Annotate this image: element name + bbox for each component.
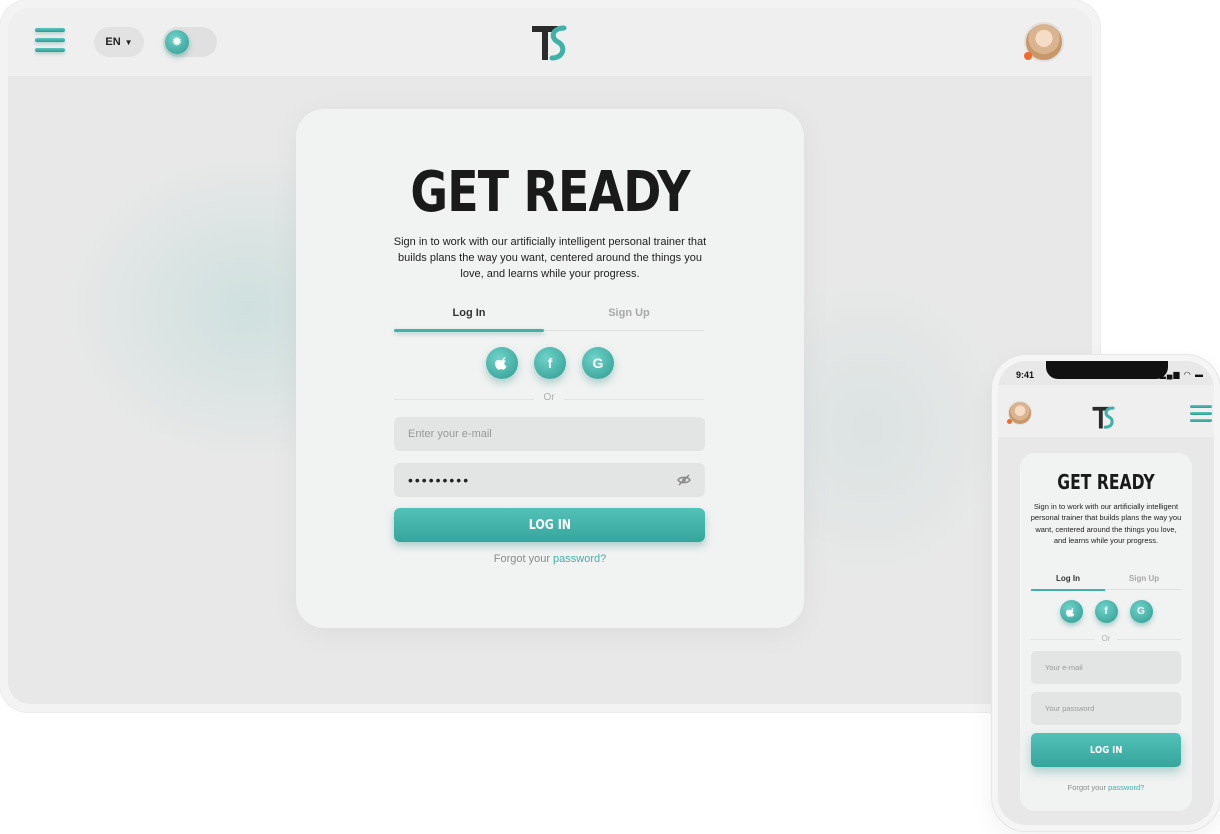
google-icon[interactable]: G: [582, 347, 614, 379]
page-title: GET READY: [410, 160, 690, 225]
tab-login[interactable]: Log In: [1031, 574, 1105, 583]
sun-icon: ✹: [165, 30, 189, 54]
email-field[interactable]: Enter your e-mail: [394, 417, 705, 451]
status-time: 9:41: [1016, 370, 1035, 380]
phone-notch: [1046, 361, 1168, 379]
or-divider: Or: [1031, 634, 1181, 643]
phone-top-bar: [998, 385, 1214, 437]
status-icons: ▂▄▆ ◠ ▬: [1160, 370, 1204, 379]
signal-icon: ▂▄▆: [1159, 370, 1181, 379]
theme-toggle[interactable]: ✹: [163, 27, 217, 57]
avatar[interactable]: [1024, 22, 1064, 62]
phone-device: 9:41 ▂▄▆ ◠ ▬ GET READY Sign in to work w…: [992, 355, 1220, 831]
google-icon[interactable]: G: [1129, 600, 1153, 623]
eye-off-icon[interactable]: [677, 473, 691, 487]
phone-screen: 9:41 ▂▄▆ ◠ ▬ GET READY Sign in to work w…: [998, 361, 1214, 825]
tab-signup[interactable]: Sign Up: [1107, 574, 1181, 583]
top-bar: EN ▼ ✹: [8, 8, 1092, 76]
avatar[interactable]: [1007, 401, 1032, 425]
battery-icon: ▬: [1195, 370, 1204, 379]
login-button[interactable]: LOG IN: [1031, 733, 1181, 767]
caret-down-icon: ▼: [124, 37, 133, 47]
apple-icon[interactable]: [1059, 600, 1083, 623]
tab-login[interactable]: Log In: [394, 307, 544, 319]
page-subtitle: Sign in to work with our artificially in…: [393, 236, 707, 280]
page-subtitle: Sign in to work with our artificially in…: [1030, 502, 1182, 545]
login-button[interactable]: LOG IN: [394, 508, 705, 542]
forgot-password-link[interactable]: password?: [553, 553, 606, 565]
wifi-icon: ◠: [1183, 370, 1192, 379]
ts-logo-icon: [1092, 406, 1115, 429]
language-label: EN: [105, 36, 121, 48]
facebook-icon[interactable]: f: [1094, 600, 1118, 623]
status-dot: [1007, 419, 1012, 424]
password-field[interactable]: •••••••••: [394, 463, 705, 497]
forgot-password: Forgot your password?: [1020, 783, 1192, 792]
language-selector[interactable]: EN ▼: [94, 27, 144, 57]
login-button-label: LOG IN: [1089, 744, 1123, 756]
forgot-password: Forgot your password?: [296, 553, 804, 565]
password-field[interactable]: Your password: [1031, 692, 1181, 725]
hamburger-menu-icon[interactable]: [35, 28, 65, 54]
login-card: GET READY Sign in to work with our artif…: [1020, 453, 1192, 811]
ts-logo-icon: [532, 25, 567, 61]
password-value: •••••••••: [408, 472, 471, 488]
auth-tabs: Log In Sign Up: [394, 307, 704, 332]
desktop-screen: EN ▼ ✹ GET READY Sign in to work with ou…: [8, 8, 1092, 704]
forgot-password-link[interactable]: password?: [1108, 783, 1144, 792]
social-login-group: f G: [1020, 600, 1192, 623]
status-dot: [1024, 52, 1032, 60]
tab-signup[interactable]: Sign Up: [554, 307, 704, 319]
desktop-window: EN ▼ ✹ GET READY Sign in to work with ou…: [0, 0, 1100, 712]
email-field[interactable]: Your e-mail: [1031, 651, 1181, 684]
login-button-label: LOG IN: [528, 517, 571, 533]
hamburger-menu-icon[interactable]: [1190, 405, 1212, 423]
facebook-icon[interactable]: f: [534, 347, 566, 379]
auth-tabs: Log In Sign Up: [1031, 574, 1181, 591]
social-login-group: f G: [296, 347, 804, 379]
login-card: GET READY Sign in to work with our artif…: [296, 109, 804, 628]
forgot-prefix: Forgot your: [493, 553, 550, 565]
apple-icon[interactable]: [486, 347, 518, 379]
active-tab-indicator: [394, 329, 544, 332]
active-tab-indicator: [1031, 589, 1105, 591]
or-divider: Or: [394, 392, 704, 406]
page-title: GET READY: [1057, 470, 1155, 494]
forgot-prefix: Forgot your: [1067, 783, 1106, 792]
